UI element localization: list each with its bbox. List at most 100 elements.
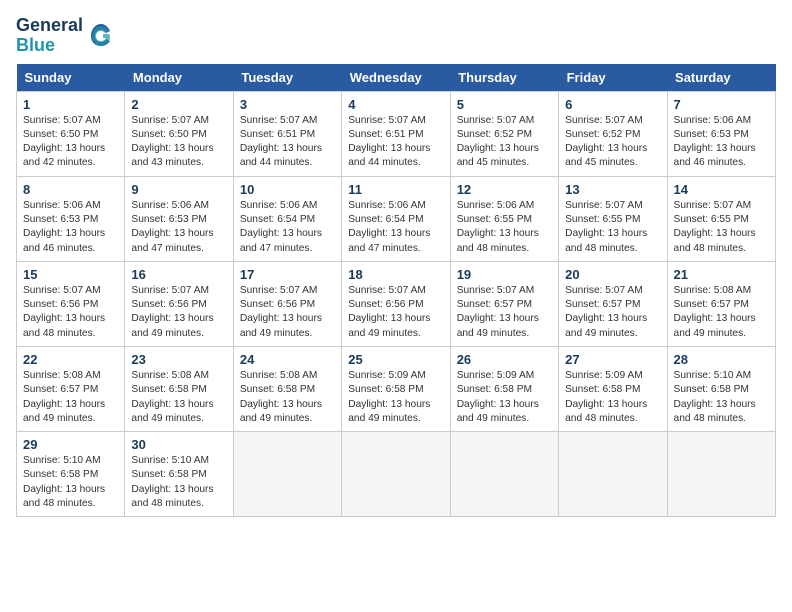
day-cell-5: 5 Sunrise: 5:07 AMSunset: 6:52 PMDaylight… [450,91,558,176]
day-info: Sunrise: 5:06 AMSunset: 6:55 PMDaylight:… [457,199,552,256]
day-number: 12 [457,182,552,197]
week-row-2: 8 Sunrise: 5:06 AMSunset: 6:53 PMDaylight… [17,176,776,261]
day-info: Sunrise: 5:07 AMSunset: 6:55 PMDaylight:… [674,199,769,256]
calendar-table: SundayMondayTuesdayWednesdayThursdayFrid… [16,64,776,518]
day-info: Sunrise: 5:07 AMSunset: 6:57 PMDaylight:… [565,284,660,341]
page-header: GeneralBlue [16,16,776,56]
week-row-1: 1 Sunrise: 5:07 AMSunset: 6:50 PMDaylight… [17,91,776,176]
day-number: 1 [23,97,118,112]
day-cell-19: 19 Sunrise: 5:07 AMSunset: 6:57 PMDayligh… [450,261,558,346]
day-info: Sunrise: 5:07 AMSunset: 6:51 PMDaylight:… [348,114,443,171]
day-cell-28: 28 Sunrise: 5:10 AMSunset: 6:58 PMDayligh… [667,346,775,431]
col-header-friday: Friday [559,64,667,92]
day-info: Sunrise: 5:06 AMSunset: 6:53 PMDaylight:… [131,199,226,256]
day-info: Sunrise: 5:07 AMSunset: 6:50 PMDaylight:… [131,114,226,171]
week-row-5: 29 Sunrise: 5:10 AMSunset: 6:58 PMDayligh… [17,432,776,517]
day-number: 7 [674,97,769,112]
day-info: Sunrise: 5:10 AMSunset: 6:58 PMDaylight:… [674,369,769,426]
day-info: Sunrise: 5:07 AMSunset: 6:57 PMDaylight:… [457,284,552,341]
day-number: 17 [240,267,335,282]
day-info: Sunrise: 5:08 AMSunset: 6:58 PMDaylight:… [240,369,335,426]
day-number: 8 [23,182,118,197]
day-cell-26: 26 Sunrise: 5:09 AMSunset: 6:58 PMDayligh… [450,346,558,431]
day-number: 9 [131,182,226,197]
day-number: 3 [240,97,335,112]
day-info: Sunrise: 5:10 AMSunset: 6:58 PMDaylight:… [23,454,118,511]
day-cell-10: 10 Sunrise: 5:06 AMSunset: 6:54 PMDayligh… [233,176,341,261]
day-info: Sunrise: 5:09 AMSunset: 6:58 PMDaylight:… [565,369,660,426]
day-number: 28 [674,352,769,367]
day-info: Sunrise: 5:07 AMSunset: 6:56 PMDaylight:… [240,284,335,341]
col-header-wednesday: Wednesday [342,64,450,92]
day-number: 26 [457,352,552,367]
day-info: Sunrise: 5:06 AMSunset: 6:53 PMDaylight:… [23,199,118,256]
day-number: 20 [565,267,660,282]
day-number: 29 [23,437,118,452]
day-cell-24: 24 Sunrise: 5:08 AMSunset: 6:58 PMDayligh… [233,346,341,431]
day-info: Sunrise: 5:07 AMSunset: 6:55 PMDaylight:… [565,199,660,256]
empty-cell [667,432,775,517]
day-info: Sunrise: 5:06 AMSunset: 6:53 PMDaylight:… [674,114,769,171]
day-number: 10 [240,182,335,197]
day-number: 23 [131,352,226,367]
day-number: 21 [674,267,769,282]
day-cell-20: 20 Sunrise: 5:07 AMSunset: 6:57 PMDayligh… [559,261,667,346]
col-header-tuesday: Tuesday [233,64,341,92]
day-cell-21: 21 Sunrise: 5:08 AMSunset: 6:57 PMDayligh… [667,261,775,346]
calendar-header-row: SundayMondayTuesdayWednesdayThursdayFrid… [17,64,776,92]
day-cell-23: 23 Sunrise: 5:08 AMSunset: 6:58 PMDayligh… [125,346,233,431]
day-cell-15: 15Sunrise: 5:07 AMSunset: 6:56 PMDayligh… [17,261,125,346]
day-cell-30: 30 Sunrise: 5:10 AMSunset: 6:58 PMDayligh… [125,432,233,517]
day-cell-4: 4 Sunrise: 5:07 AMSunset: 6:51 PMDaylight… [342,91,450,176]
day-info: Sunrise: 5:10 AMSunset: 6:58 PMDaylight:… [131,454,226,511]
day-info: Sunrise: 5:06 AMSunset: 6:54 PMDaylight:… [348,199,443,256]
day-cell-1: 1 Sunrise: 5:07 AMSunset: 6:50 PMDaylight… [17,91,125,176]
day-number: 27 [565,352,660,367]
day-info: Sunrise: 5:07 AMSunset: 6:51 PMDaylight:… [240,114,335,171]
day-number: 19 [457,267,552,282]
empty-cell [342,432,450,517]
day-info: Sunrise: 5:07 AMSunset: 6:56 PMDaylight:… [348,284,443,341]
day-info: Sunrise: 5:08 AMSunset: 6:57 PMDaylight:… [23,369,118,426]
day-info: Sunrise: 5:08 AMSunset: 6:58 PMDaylight:… [131,369,226,426]
empty-cell [559,432,667,517]
day-cell-22: 22Sunrise: 5:08 AMSunset: 6:57 PMDayligh… [17,346,125,431]
logo-icon [87,22,115,50]
day-info: Sunrise: 5:07 AMSunset: 6:52 PMDaylight:… [457,114,552,171]
day-cell-2: 2 Sunrise: 5:07 AMSunset: 6:50 PMDaylight… [125,91,233,176]
logo-text: GeneralBlue [16,16,83,56]
day-number: 30 [131,437,226,452]
day-number: 2 [131,97,226,112]
day-cell-9: 9 Sunrise: 5:06 AMSunset: 6:53 PMDaylight… [125,176,233,261]
day-info: Sunrise: 5:07 AMSunset: 6:50 PMDaylight:… [23,114,118,171]
empty-cell [233,432,341,517]
day-number: 6 [565,97,660,112]
day-info: Sunrise: 5:06 AMSunset: 6:54 PMDaylight:… [240,199,335,256]
day-number: 15 [23,267,118,282]
day-info: Sunrise: 5:08 AMSunset: 6:57 PMDaylight:… [674,284,769,341]
day-cell-13: 13 Sunrise: 5:07 AMSunset: 6:55 PMDayligh… [559,176,667,261]
day-number: 4 [348,97,443,112]
day-info: Sunrise: 5:09 AMSunset: 6:58 PMDaylight:… [457,369,552,426]
day-number: 13 [565,182,660,197]
day-info: Sunrise: 5:07 AMSunset: 6:52 PMDaylight:… [565,114,660,171]
day-cell-17: 17 Sunrise: 5:07 AMSunset: 6:56 PMDayligh… [233,261,341,346]
day-number: 18 [348,267,443,282]
week-row-3: 15 Sunrise: 5:07 AMSunset: 6:56 PMDayligh… [17,261,776,346]
day-cell-8: 8 Sunrise: 5:06 AMSunset: 6:53 PMDaylight… [17,176,125,261]
day-number: 16 [131,267,226,282]
day-cell-3: 3 Sunrise: 5:07 AMSunset: 6:51 PMDaylight… [233,91,341,176]
day-number: 24 [240,352,335,367]
day-cell-7: 7 Sunrise: 5:06 AMSunset: 6:53 PMDaylight… [667,91,775,176]
day-number: 11 [348,182,443,197]
day-cell-14: 14Sunrise: 5:07 AMSunset: 6:55 PMDayligh… [667,176,775,261]
week-row-4: 22Sunrise: 5:08 AMSunset: 6:57 PMDayligh… [17,346,776,431]
day-cell-27: 27 Sunrise: 5:09 AMSunset: 6:58 PMDayligh… [559,346,667,431]
col-header-monday: Monday [125,64,233,92]
logo: GeneralBlue [16,16,115,56]
day-number: 5 [457,97,552,112]
day-number: 25 [348,352,443,367]
day-cell-6: 6 Sunrise: 5:07 AMSunset: 6:52 PMDaylight… [559,91,667,176]
col-header-saturday: Saturday [667,64,775,92]
col-header-thursday: Thursday [450,64,558,92]
